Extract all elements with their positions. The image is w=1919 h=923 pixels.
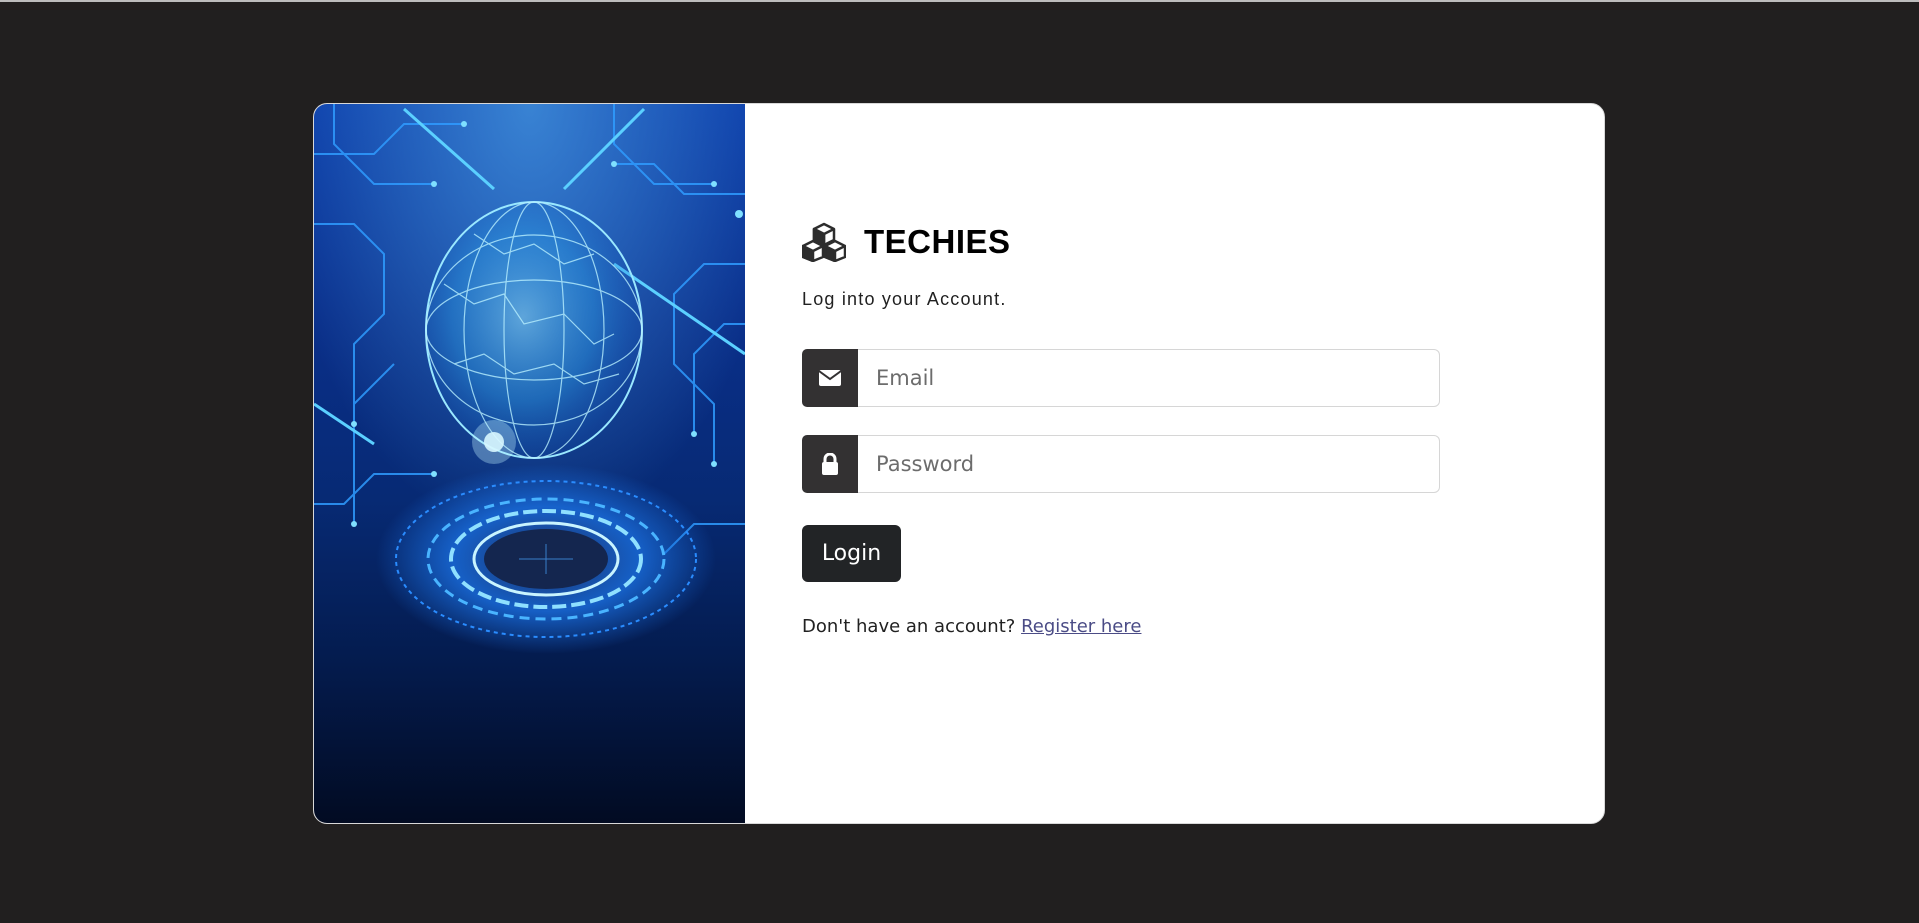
cubes-icon [802,222,846,262]
login-card: TECHIES Log into your Account. Email Log… [313,103,1605,824]
password-addon [802,435,858,493]
email-field[interactable] [858,349,1440,407]
circuit-globe-illustration [314,104,745,823]
envelope-icon [819,370,841,386]
brand: TECHIES [802,222,1011,262]
password-input-group [802,435,1440,493]
page-background: TECHIES Log into your Account. Email Log… [0,0,1919,923]
login-button[interactable]: Login [802,525,901,582]
password-field[interactable] [858,435,1440,493]
register-prompt: Don't have an account? [802,616,1016,637]
email-input-group [802,349,1440,407]
email-addon [802,349,858,407]
hero-image [314,104,745,823]
form-subtitle: Log into your Account. [802,289,1007,309]
register-link[interactable]: Register here [1021,616,1141,637]
lock-icon [822,453,838,475]
login-form-panel: TECHIES Log into your Account. Email Log… [745,104,1604,823]
brand-name: TECHIES [864,223,1011,260]
register-prompt-line: Don't have an account? Register here [802,616,1141,637]
